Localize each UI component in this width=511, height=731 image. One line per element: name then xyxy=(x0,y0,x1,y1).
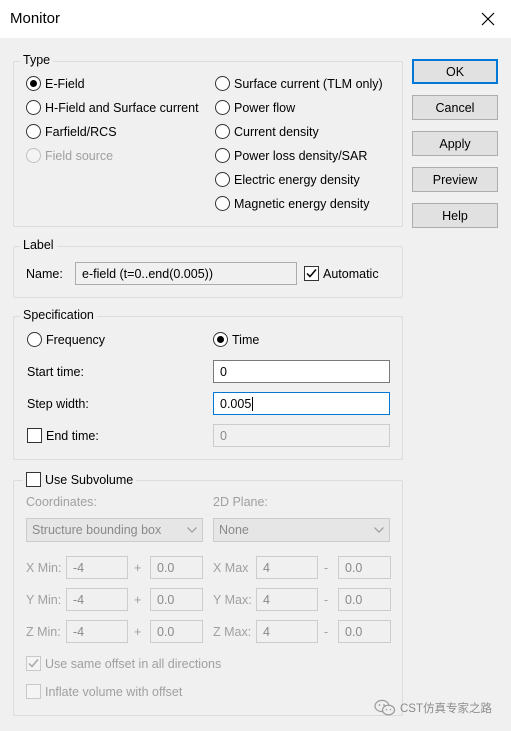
end-time-checkbox[interactable]: End time: xyxy=(27,428,99,443)
name-label: Name: xyxy=(26,267,63,281)
same-offset-checkbox: Use same offset in all directions xyxy=(26,656,221,671)
end-time-input: 0 xyxy=(213,424,390,447)
checkbox-box xyxy=(26,656,41,671)
radio-indicator xyxy=(215,76,230,91)
window-title: Monitor xyxy=(10,10,61,27)
type-current-density-radio[interactable]: Current density xyxy=(215,124,319,139)
x-min-label: X Min: xyxy=(26,561,62,575)
radio-indicator xyxy=(215,100,230,115)
z-max-label: Z Max: xyxy=(213,625,252,639)
automatic-checkbox[interactable]: Automatic xyxy=(304,266,379,281)
z-max-offset-input: 0.0 xyxy=(338,620,391,643)
ok-button[interactable]: OK xyxy=(412,59,498,84)
type-field-source-radio: Field source xyxy=(26,148,113,163)
minus-sign: - xyxy=(324,561,329,575)
radio-indicator xyxy=(26,124,41,139)
z-min-label: Z Min: xyxy=(26,625,61,639)
radio-indicator xyxy=(26,100,41,115)
y-max-offset-input: 0.0 xyxy=(338,588,391,611)
z-min-input: -4 xyxy=(66,620,128,643)
type-power-flow-radio[interactable]: Power flow xyxy=(215,100,295,115)
checkmark-icon xyxy=(28,659,39,668)
checkbox-box xyxy=(304,266,319,281)
step-width-input[interactable]: 0.005 xyxy=(213,392,390,415)
close-button[interactable] xyxy=(465,0,511,38)
y-min-offset-input: 0.0 xyxy=(150,588,203,611)
2d-plane-dropdown: None xyxy=(213,518,390,542)
wechat-logo-icon xyxy=(374,699,396,716)
radio-indicator xyxy=(27,332,42,347)
z-max-input: 4 xyxy=(256,620,318,643)
start-time-input[interactable]: 0 xyxy=(213,360,390,383)
type-electric-energy-radio[interactable]: Electric energy density xyxy=(215,172,360,187)
chevron-down-icon xyxy=(374,527,384,533)
type-surface-current-radio[interactable]: Surface current (TLM only) xyxy=(215,76,383,91)
apply-button[interactable]: Apply xyxy=(412,131,498,156)
x-min-offset-input: 0.0 xyxy=(150,556,203,579)
radio-indicator xyxy=(215,172,230,187)
radio-indicator xyxy=(215,196,230,211)
frequency-radio[interactable]: Frequency xyxy=(27,332,105,347)
watermark: CST仿真专家之路 xyxy=(374,699,492,717)
checkbox-box xyxy=(26,684,41,699)
inflate-volume-checkbox: Inflate volume with offset xyxy=(26,684,182,699)
y-max-input: 4 xyxy=(256,588,318,611)
minus-sign: - xyxy=(324,593,329,607)
radio-indicator xyxy=(26,148,41,163)
type-e-field-radio[interactable]: E-Field xyxy=(26,76,85,91)
type-group-title: Type xyxy=(20,53,54,67)
z-min-offset-input: 0.0 xyxy=(150,620,203,643)
label-group-title: Label xyxy=(20,238,57,252)
y-min-input: -4 xyxy=(66,588,128,611)
time-radio[interactable]: Time xyxy=(213,332,259,347)
checkmark-icon xyxy=(306,269,317,278)
plus-sign: + xyxy=(134,593,142,607)
radio-indicator xyxy=(26,76,41,91)
preview-button[interactable]: Preview xyxy=(412,167,498,192)
x-max-input: 4 xyxy=(256,556,318,579)
x-min-input: -4 xyxy=(66,556,128,579)
plus-sign: + xyxy=(134,625,142,639)
use-subvolume-checkbox[interactable]: Use Subvolume xyxy=(23,472,137,487)
help-button[interactable]: Help xyxy=(412,203,498,228)
step-width-label: Step width: xyxy=(27,397,89,411)
start-time-label: Start time: xyxy=(27,365,84,379)
2d-plane-label: 2D Plane: xyxy=(213,495,268,509)
minus-sign: - xyxy=(324,625,329,639)
y-max-label: Y Max: xyxy=(213,593,252,607)
coordinates-dropdown: Structure bounding box xyxy=(26,518,203,542)
checkbox-box xyxy=(27,428,42,443)
cancel-button[interactable]: Cancel xyxy=(412,95,498,120)
x-max-offset-input: 0.0 xyxy=(338,556,391,579)
radio-indicator xyxy=(213,332,228,347)
radio-indicator xyxy=(215,124,230,139)
close-icon xyxy=(481,12,495,26)
type-power-loss-radio[interactable]: Power loss density/SAR xyxy=(215,148,367,163)
y-min-label: Y Min: xyxy=(26,593,62,607)
coordinates-label: Coordinates: xyxy=(26,495,97,509)
checkbox-box xyxy=(26,472,41,487)
specification-group-title: Specification xyxy=(20,308,97,322)
text-caret xyxy=(252,396,254,411)
type-h-field-radio[interactable]: H-Field and Surface current xyxy=(26,100,199,115)
chevron-down-icon xyxy=(187,527,197,533)
type-farfield-radio[interactable]: Farfield/RCS xyxy=(26,124,117,139)
name-field[interactable]: e-field (t=0..end(0.005)) xyxy=(75,262,297,285)
x-max-label: X Max xyxy=(213,561,249,575)
radio-indicator xyxy=(215,148,230,163)
title-bar: Monitor xyxy=(0,0,511,38)
type-magnetic-energy-radio[interactable]: Magnetic energy density xyxy=(215,196,370,211)
plus-sign: + xyxy=(134,561,142,575)
